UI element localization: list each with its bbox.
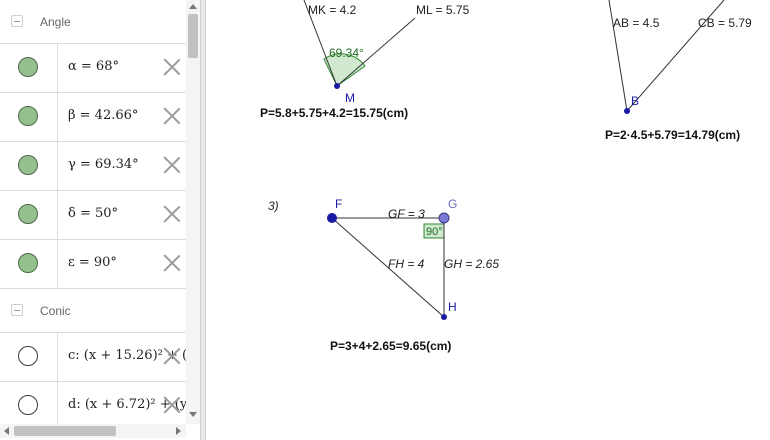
point-h[interactable] <box>441 314 447 320</box>
delete-icon[interactable] <box>162 154 182 174</box>
delete-icon[interactable] <box>162 56 182 76</box>
label-ml: ML = 5.75 <box>416 3 470 17</box>
point-g[interactable] <box>438 212 450 224</box>
delete-icon[interactable] <box>162 252 182 272</box>
scroll-left-icon[interactable] <box>4 427 9 435</box>
delete-icon[interactable] <box>162 203 182 223</box>
label-mk: MK = 4.2 <box>308 3 357 17</box>
visibility-toggle-icon[interactable] <box>18 155 38 175</box>
visibility-cell <box>0 333 58 381</box>
scroll-up-icon[interactable] <box>189 4 197 9</box>
visibility-toggle-icon[interactable] <box>18 395 38 415</box>
delete-icon[interactable] <box>162 345 182 365</box>
label-ab: AB = 4.5 <box>613 16 660 30</box>
problem-number: 3) <box>268 199 279 213</box>
visibility-cell <box>0 44 58 92</box>
label-fh: FH = 4 <box>388 257 425 271</box>
algebra-item-conic-c[interactable]: c: (x + 15.26)² + (y <box>0 333 186 382</box>
perimeter-3: P=3+4+2.65=9.65(cm) <box>330 339 451 353</box>
group-name: Conic <box>40 304 71 318</box>
algebra-expression[interactable]: α = 68° <box>68 59 119 74</box>
visibility-cell <box>0 93 58 141</box>
algebra-view: Angle α = 68° β = 42.66° γ = 69.34° δ = … <box>0 0 200 440</box>
label-point-h: H <box>448 300 457 314</box>
label-gf: GF = 3 <box>388 207 425 221</box>
graphics-view[interactable]: MK = 4.2 ML = 5.75 69.34° M P=5.8+5.75+4… <box>206 0 770 440</box>
point-m[interactable] <box>334 83 340 89</box>
algebra-item-gamma[interactable]: γ = 69.34° <box>0 142 186 191</box>
visibility-cell <box>0 382 58 424</box>
visibility-toggle-icon[interactable] <box>18 253 38 273</box>
scroll-right-icon[interactable] <box>176 427 181 435</box>
label-angle-gamma: 69.34° <box>329 46 364 60</box>
label-point-g: G <box>448 197 457 211</box>
algebra-item-alpha[interactable]: α = 68° <box>0 44 186 93</box>
algebra-expression[interactable]: β = 42.66° <box>68 108 138 123</box>
label-point-f: F <box>335 197 342 211</box>
perimeter-2: P=2·4.5+5.79=14.79(cm) <box>605 128 740 142</box>
algebra-item-beta[interactable]: β = 42.66° <box>0 93 186 142</box>
graphics-canvas[interactable]: MK = 4.2 ML = 5.75 69.34° M P=5.8+5.75+4… <box>206 0 770 440</box>
group-header-conic[interactable]: Conic <box>0 289 186 333</box>
algebra-expression[interactable]: ε = 90° <box>68 255 117 270</box>
delete-icon[interactable] <box>162 394 182 414</box>
group-header-angle[interactable]: Angle <box>0 0 186 44</box>
algebra-item-epsilon[interactable]: ε = 90° <box>0 240 186 289</box>
visibility-cell <box>0 240 58 288</box>
visibility-toggle-icon[interactable] <box>18 57 38 77</box>
group-name: Angle <box>40 15 71 29</box>
label-gh: GH = 2.65 <box>444 257 499 271</box>
point-f[interactable] <box>327 213 337 223</box>
collapse-icon[interactable] <box>11 15 23 27</box>
scroll-thumb[interactable] <box>188 14 198 58</box>
algebra-list: Angle α = 68° β = 42.66° γ = 69.34° δ = … <box>0 0 186 424</box>
algebra-expression[interactable]: δ = 50° <box>68 206 118 221</box>
collapse-icon[interactable] <box>11 304 23 316</box>
horizontal-scrollbar[interactable] <box>0 424 186 438</box>
algebra-expression[interactable]: γ = 69.34° <box>68 157 139 172</box>
perimeter-1: P=5.8+5.75+4.2=15.75(cm) <box>260 106 408 120</box>
vertical-scrollbar[interactable] <box>186 0 200 424</box>
label-angle-epsilon: 90° <box>426 226 443 238</box>
label-point-b: B <box>631 94 639 108</box>
algebra-item-conic-d[interactable]: d: (x + 6.72)² + (y <box>0 382 186 424</box>
algebra-item-delta[interactable]: δ = 50° <box>0 191 186 240</box>
delete-icon[interactable] <box>162 105 182 125</box>
point-b[interactable] <box>624 108 630 114</box>
label-point-m: M <box>345 91 355 105</box>
scroll-thumb[interactable] <box>14 426 116 436</box>
label-cb: CB = 5.79 <box>698 16 752 30</box>
visibility-toggle-icon[interactable] <box>18 204 38 224</box>
visibility-toggle-icon[interactable] <box>18 346 38 366</box>
scroll-down-icon[interactable] <box>189 412 197 417</box>
visibility-cell <box>0 191 58 239</box>
visibility-cell <box>0 142 58 190</box>
visibility-toggle-icon[interactable] <box>18 106 38 126</box>
